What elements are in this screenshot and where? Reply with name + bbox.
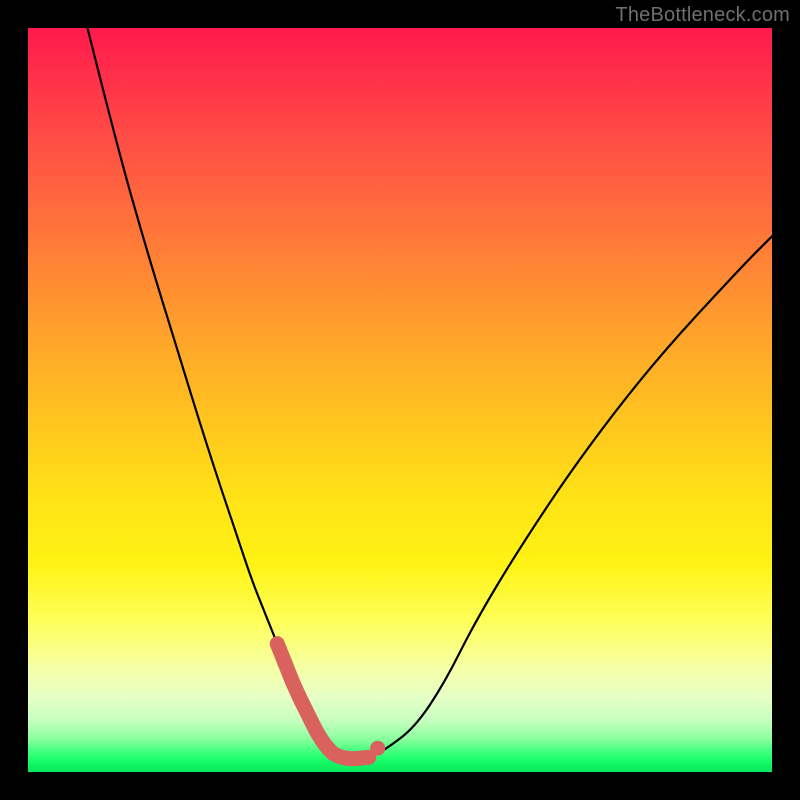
curve-markers xyxy=(277,644,385,759)
plot-area xyxy=(28,28,772,772)
bottleneck-curve xyxy=(88,28,773,759)
chart-frame: TheBottleneck.com xyxy=(0,0,800,800)
right-knee-marker xyxy=(370,741,385,756)
watermark-text: TheBottleneck.com xyxy=(615,4,790,27)
bottleneck-curve-svg xyxy=(28,28,772,772)
min-marker-stroke xyxy=(277,644,369,759)
